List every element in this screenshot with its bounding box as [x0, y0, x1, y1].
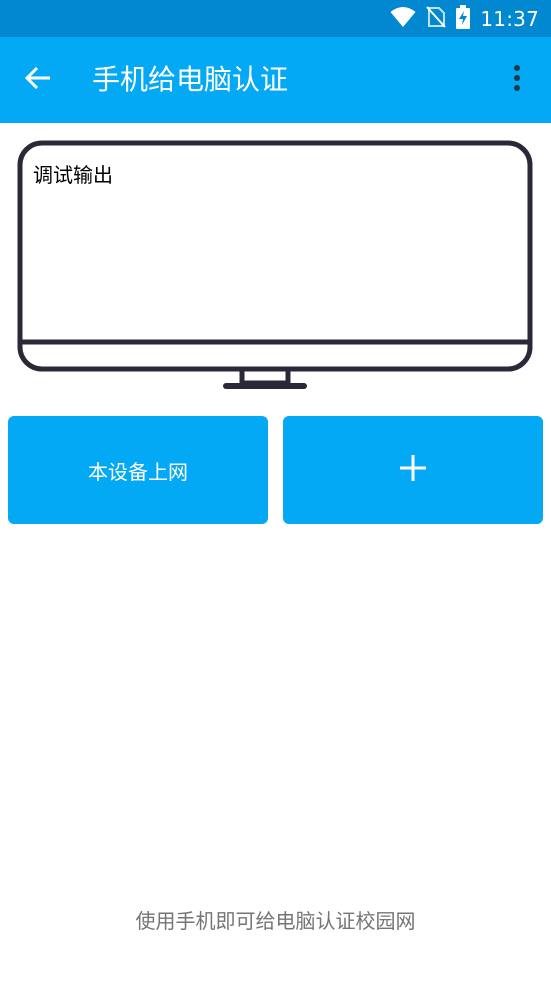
page-title: 手机给电脑认证 — [92, 63, 289, 96]
overflow-menu-button[interactable] — [499, 58, 535, 102]
more-vert-icon — [513, 64, 521, 96]
wifi-icon — [390, 6, 416, 32]
status-bar: 11:37 — [0, 0, 551, 37]
online-this-device-button[interactable]: 本设备上网 — [8, 416, 268, 524]
add-button[interactable] — [283, 416, 543, 524]
debug-output-monitor: 调试输出 — [17, 140, 533, 392]
footer-hint: 使用手机即可给电脑认证校园网 — [135, 909, 416, 933]
battery-charging-icon — [456, 4, 471, 33]
no-sim-icon — [426, 5, 447, 33]
debug-output-text: 调试输出 — [33, 163, 113, 187]
app-bar: 手机给电脑认证 — [0, 37, 551, 123]
back-button[interactable] — [16, 58, 60, 102]
status-time: 11:37 — [480, 6, 539, 31]
online-this-device-label: 本设备上网 — [88, 459, 188, 484]
status-icons: 11:37 — [390, 0, 539, 37]
plus-icon — [400, 455, 426, 485]
arrow-back-icon — [24, 66, 52, 94]
